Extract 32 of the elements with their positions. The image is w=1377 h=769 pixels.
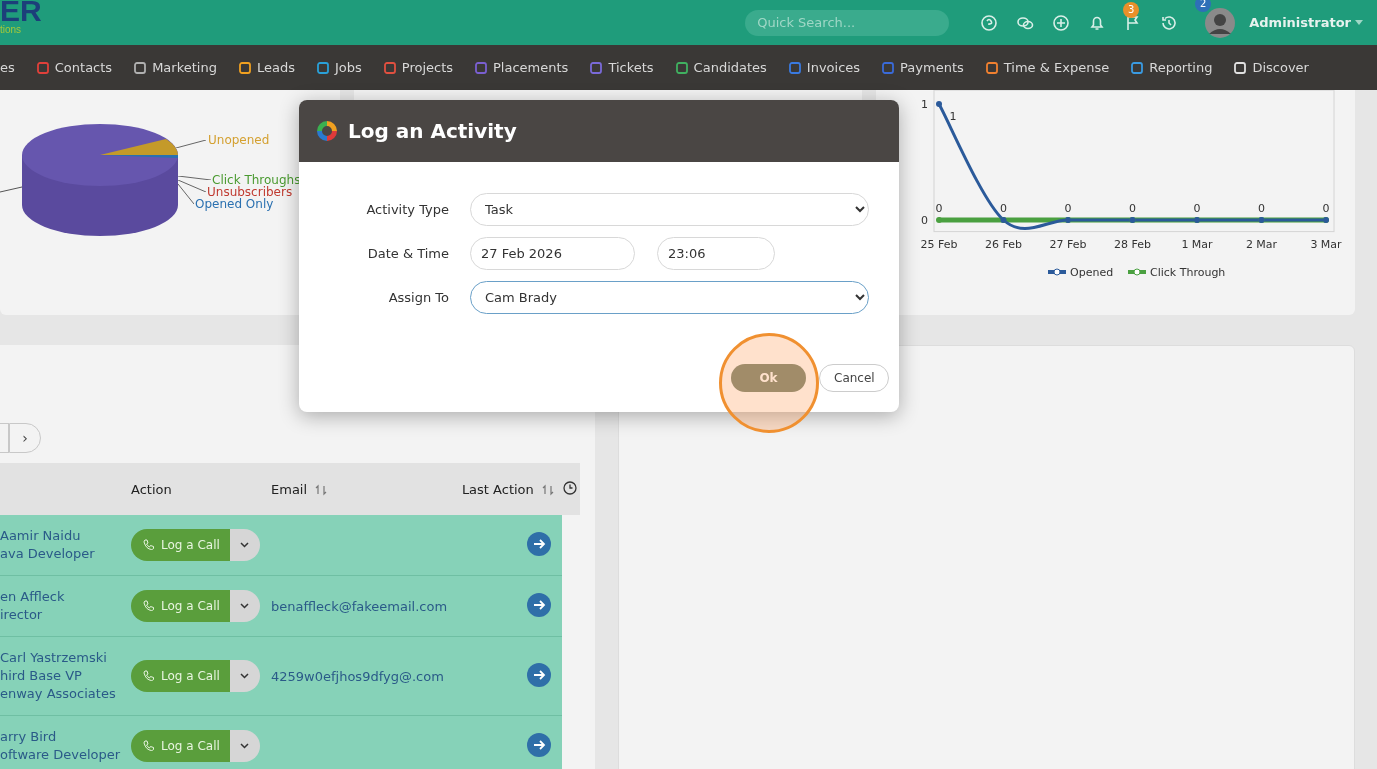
data-label: 1 [949, 110, 957, 123]
data-label: 0 [1129, 202, 1136, 215]
x-tick-label: 26 Feb [985, 238, 1022, 251]
field-label: Activity Type [365, 202, 449, 217]
data-label: 0 [1064, 202, 1072, 215]
logo-tagline: tions [0, 24, 23, 35]
pie-label: Opened Only [195, 197, 274, 211]
x-tick-label: 3 Mar [1310, 238, 1342, 251]
pie-label: Click Throughs [212, 173, 301, 187]
field-label: Date & Time [366, 246, 449, 261]
data-label: 0 [1322, 202, 1330, 215]
x-tick-label: 1 Mar [1181, 238, 1213, 251]
data-label: 0 [1000, 202, 1007, 215]
dialog-title: Log an Activity [348, 119, 517, 143]
data-label: 0 [935, 202, 943, 215]
logo-text: ER [0, 0, 42, 27]
y-tick-label: 0 [921, 214, 928, 227]
y-tick-label: 1 [921, 98, 928, 111]
count-badge: 2 [1195, 0, 1212, 12]
data-label: 0 [1258, 202, 1265, 215]
pie-label: Unsubscribers [207, 185, 293, 199]
x-tick-label: 27 Feb [1049, 238, 1087, 251]
field-label: Assign To [387, 290, 449, 305]
x-tick-label: 25 Feb [920, 238, 958, 251]
legend-label: Opened [1070, 266, 1114, 279]
count-badge: 3 [1123, 1, 1140, 18]
column-header: Action [131, 481, 172, 497]
data-label: 0 [1193, 202, 1201, 215]
x-tick-label: 28 Feb [1114, 238, 1151, 251]
x-tick-label: 2 Mar [1245, 238, 1278, 251]
legend-label: Click Through [1150, 266, 1226, 279]
pie-label: Unopened [208, 133, 270, 147]
